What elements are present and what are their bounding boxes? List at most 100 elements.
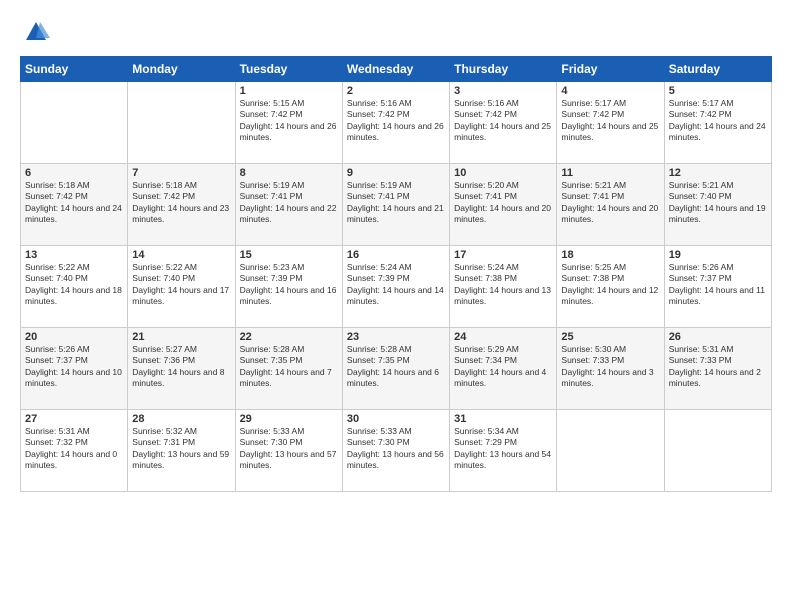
day-info: Sunrise: 5:33 AM Sunset: 7:30 PM Dayligh… xyxy=(240,426,338,472)
calendar-week-row: 1Sunrise: 5:15 AM Sunset: 7:42 PM Daylig… xyxy=(21,82,772,164)
day-info: Sunrise: 5:16 AM Sunset: 7:42 PM Dayligh… xyxy=(347,98,445,144)
logo xyxy=(20,18,50,46)
day-number: 6 xyxy=(25,167,123,179)
day-number: 21 xyxy=(132,331,230,343)
calendar-cell: 4Sunrise: 5:17 AM Sunset: 7:42 PM Daylig… xyxy=(557,82,664,164)
day-number: 11 xyxy=(561,167,659,179)
page: SundayMondayTuesdayWednesdayThursdayFrid… xyxy=(0,0,792,612)
calendar-cell xyxy=(128,82,235,164)
day-number: 3 xyxy=(454,85,552,97)
calendar-cell: 18Sunrise: 5:25 AM Sunset: 7:38 PM Dayli… xyxy=(557,246,664,328)
day-number: 2 xyxy=(347,85,445,97)
calendar-cell: 22Sunrise: 5:28 AM Sunset: 7:35 PM Dayli… xyxy=(235,328,342,410)
day-info: Sunrise: 5:30 AM Sunset: 7:33 PM Dayligh… xyxy=(561,344,659,390)
day-of-week-header: Sunday xyxy=(21,57,128,82)
day-info: Sunrise: 5:33 AM Sunset: 7:30 PM Dayligh… xyxy=(347,426,445,472)
calendar-cell: 13Sunrise: 5:22 AM Sunset: 7:40 PM Dayli… xyxy=(21,246,128,328)
calendar-cell: 17Sunrise: 5:24 AM Sunset: 7:38 PM Dayli… xyxy=(450,246,557,328)
day-info: Sunrise: 5:17 AM Sunset: 7:42 PM Dayligh… xyxy=(669,98,767,144)
day-number: 7 xyxy=(132,167,230,179)
day-info: Sunrise: 5:22 AM Sunset: 7:40 PM Dayligh… xyxy=(25,262,123,308)
day-info: Sunrise: 5:28 AM Sunset: 7:35 PM Dayligh… xyxy=(240,344,338,390)
day-number: 31 xyxy=(454,413,552,425)
calendar-cell: 31Sunrise: 5:34 AM Sunset: 7:29 PM Dayli… xyxy=(450,410,557,492)
calendar-cell: 6Sunrise: 5:18 AM Sunset: 7:42 PM Daylig… xyxy=(21,164,128,246)
day-number: 14 xyxy=(132,249,230,261)
day-number: 29 xyxy=(240,413,338,425)
day-number: 22 xyxy=(240,331,338,343)
day-info: Sunrise: 5:15 AM Sunset: 7:42 PM Dayligh… xyxy=(240,98,338,144)
day-number: 1 xyxy=(240,85,338,97)
calendar-header-row: SundayMondayTuesdayWednesdayThursdayFrid… xyxy=(21,57,772,82)
day-number: 28 xyxy=(132,413,230,425)
day-number: 4 xyxy=(561,85,659,97)
day-info: Sunrise: 5:21 AM Sunset: 7:40 PM Dayligh… xyxy=(669,180,767,226)
day-number: 23 xyxy=(347,331,445,343)
day-info: Sunrise: 5:24 AM Sunset: 7:38 PM Dayligh… xyxy=(454,262,552,308)
calendar-cell: 3Sunrise: 5:16 AM Sunset: 7:42 PM Daylig… xyxy=(450,82,557,164)
calendar-cell: 12Sunrise: 5:21 AM Sunset: 7:40 PM Dayli… xyxy=(664,164,771,246)
day-number: 17 xyxy=(454,249,552,261)
header xyxy=(20,18,772,46)
day-info: Sunrise: 5:19 AM Sunset: 7:41 PM Dayligh… xyxy=(240,180,338,226)
day-of-week-header: Saturday xyxy=(664,57,771,82)
calendar-cell: 2Sunrise: 5:16 AM Sunset: 7:42 PM Daylig… xyxy=(342,82,449,164)
calendar-week-row: 13Sunrise: 5:22 AM Sunset: 7:40 PM Dayli… xyxy=(21,246,772,328)
day-info: Sunrise: 5:31 AM Sunset: 7:33 PM Dayligh… xyxy=(669,344,767,390)
calendar-cell: 19Sunrise: 5:26 AM Sunset: 7:37 PM Dayli… xyxy=(664,246,771,328)
calendar-cell: 16Sunrise: 5:24 AM Sunset: 7:39 PM Dayli… xyxy=(342,246,449,328)
calendar-week-row: 20Sunrise: 5:26 AM Sunset: 7:37 PM Dayli… xyxy=(21,328,772,410)
day-info: Sunrise: 5:32 AM Sunset: 7:31 PM Dayligh… xyxy=(132,426,230,472)
calendar-cell: 27Sunrise: 5:31 AM Sunset: 7:32 PM Dayli… xyxy=(21,410,128,492)
day-number: 30 xyxy=(347,413,445,425)
logo-icon xyxy=(22,18,50,46)
day-info: Sunrise: 5:29 AM Sunset: 7:34 PM Dayligh… xyxy=(454,344,552,390)
calendar-cell: 1Sunrise: 5:15 AM Sunset: 7:42 PM Daylig… xyxy=(235,82,342,164)
day-of-week-header: Friday xyxy=(557,57,664,82)
calendar-cell xyxy=(21,82,128,164)
day-info: Sunrise: 5:19 AM Sunset: 7:41 PM Dayligh… xyxy=(347,180,445,226)
day-info: Sunrise: 5:28 AM Sunset: 7:35 PM Dayligh… xyxy=(347,344,445,390)
day-number: 5 xyxy=(669,85,767,97)
day-info: Sunrise: 5:18 AM Sunset: 7:42 PM Dayligh… xyxy=(132,180,230,226)
calendar-cell: 23Sunrise: 5:28 AM Sunset: 7:35 PM Dayli… xyxy=(342,328,449,410)
calendar-cell: 26Sunrise: 5:31 AM Sunset: 7:33 PM Dayli… xyxy=(664,328,771,410)
calendar-cell: 5Sunrise: 5:17 AM Sunset: 7:42 PM Daylig… xyxy=(664,82,771,164)
day-number: 10 xyxy=(454,167,552,179)
day-info: Sunrise: 5:26 AM Sunset: 7:37 PM Dayligh… xyxy=(25,344,123,390)
day-info: Sunrise: 5:18 AM Sunset: 7:42 PM Dayligh… xyxy=(25,180,123,226)
day-number: 18 xyxy=(561,249,659,261)
calendar-cell: 30Sunrise: 5:33 AM Sunset: 7:30 PM Dayli… xyxy=(342,410,449,492)
calendar-cell: 9Sunrise: 5:19 AM Sunset: 7:41 PM Daylig… xyxy=(342,164,449,246)
day-number: 13 xyxy=(25,249,123,261)
day-number: 15 xyxy=(240,249,338,261)
calendar-week-row: 6Sunrise: 5:18 AM Sunset: 7:42 PM Daylig… xyxy=(21,164,772,246)
day-info: Sunrise: 5:20 AM Sunset: 7:41 PM Dayligh… xyxy=(454,180,552,226)
day-number: 25 xyxy=(561,331,659,343)
day-of-week-header: Monday xyxy=(128,57,235,82)
calendar-cell: 21Sunrise: 5:27 AM Sunset: 7:36 PM Dayli… xyxy=(128,328,235,410)
day-number: 16 xyxy=(347,249,445,261)
day-of-week-header: Thursday xyxy=(450,57,557,82)
calendar-cell: 28Sunrise: 5:32 AM Sunset: 7:31 PM Dayli… xyxy=(128,410,235,492)
calendar: SundayMondayTuesdayWednesdayThursdayFrid… xyxy=(20,56,772,492)
day-info: Sunrise: 5:16 AM Sunset: 7:42 PM Dayligh… xyxy=(454,98,552,144)
day-info: Sunrise: 5:17 AM Sunset: 7:42 PM Dayligh… xyxy=(561,98,659,144)
calendar-cell: 10Sunrise: 5:20 AM Sunset: 7:41 PM Dayli… xyxy=(450,164,557,246)
day-number: 27 xyxy=(25,413,123,425)
calendar-cell: 25Sunrise: 5:30 AM Sunset: 7:33 PM Dayli… xyxy=(557,328,664,410)
day-number: 8 xyxy=(240,167,338,179)
calendar-cell: 14Sunrise: 5:22 AM Sunset: 7:40 PM Dayli… xyxy=(128,246,235,328)
day-info: Sunrise: 5:23 AM Sunset: 7:39 PM Dayligh… xyxy=(240,262,338,308)
day-number: 19 xyxy=(669,249,767,261)
calendar-cell: 7Sunrise: 5:18 AM Sunset: 7:42 PM Daylig… xyxy=(128,164,235,246)
calendar-cell: 29Sunrise: 5:33 AM Sunset: 7:30 PM Dayli… xyxy=(235,410,342,492)
calendar-cell xyxy=(664,410,771,492)
day-info: Sunrise: 5:22 AM Sunset: 7:40 PM Dayligh… xyxy=(132,262,230,308)
calendar-cell: 20Sunrise: 5:26 AM Sunset: 7:37 PM Dayli… xyxy=(21,328,128,410)
calendar-cell: 11Sunrise: 5:21 AM Sunset: 7:41 PM Dayli… xyxy=(557,164,664,246)
day-number: 24 xyxy=(454,331,552,343)
day-info: Sunrise: 5:21 AM Sunset: 7:41 PM Dayligh… xyxy=(561,180,659,226)
day-info: Sunrise: 5:26 AM Sunset: 7:37 PM Dayligh… xyxy=(669,262,767,308)
calendar-week-row: 27Sunrise: 5:31 AM Sunset: 7:32 PM Dayli… xyxy=(21,410,772,492)
